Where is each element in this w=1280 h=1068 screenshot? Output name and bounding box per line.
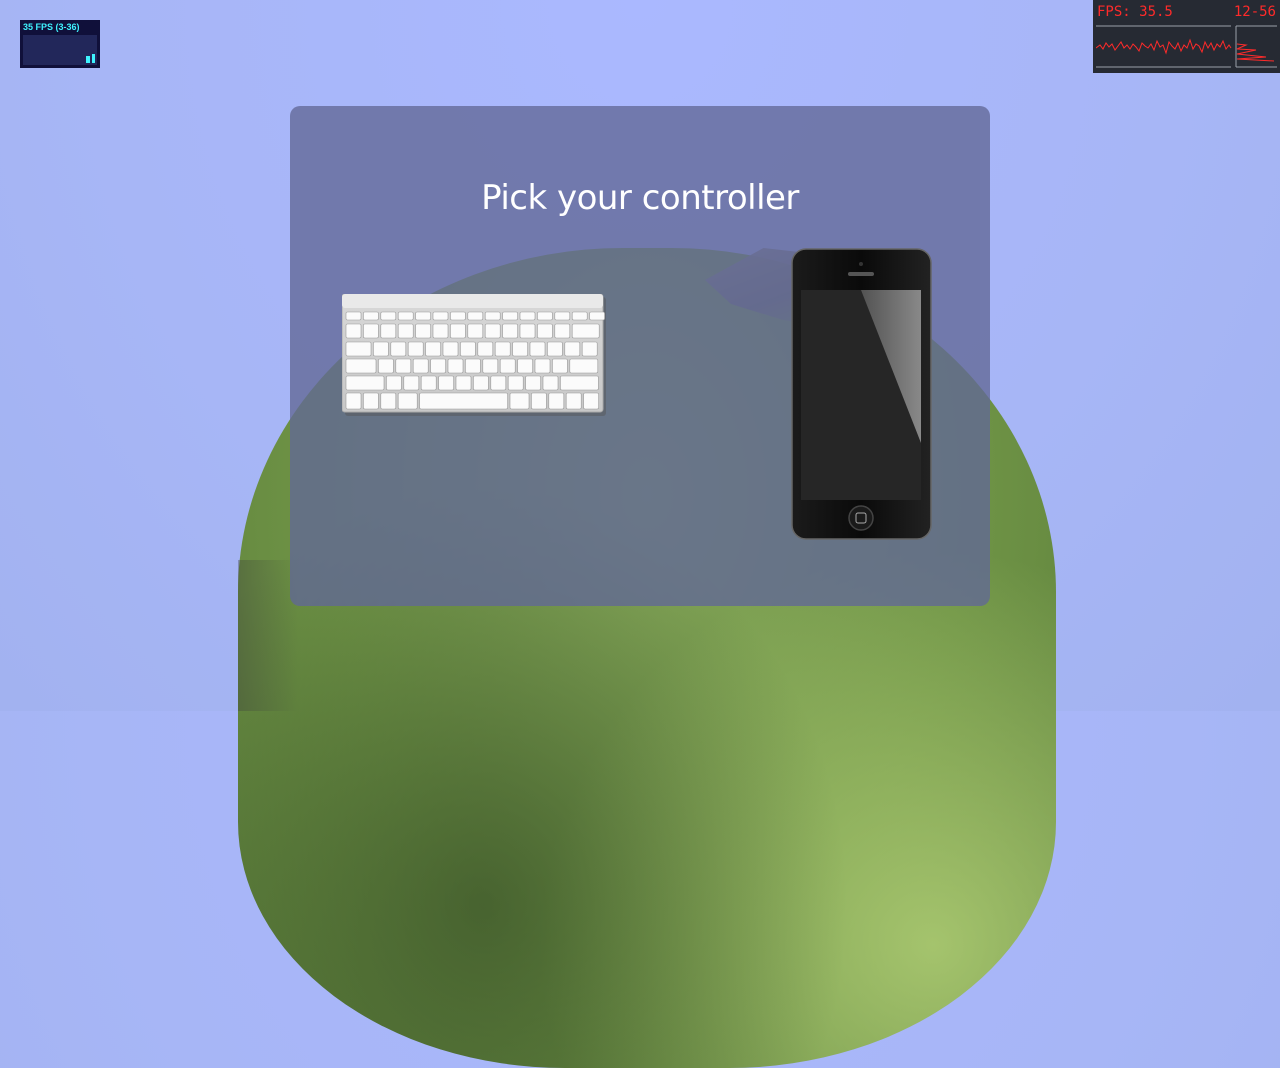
keyboard-key xyxy=(380,323,397,339)
keyboard-key xyxy=(571,311,588,321)
keyboard-key xyxy=(569,358,599,374)
keyboard-key xyxy=(447,358,464,374)
keyboard-key xyxy=(490,375,507,391)
keyboard-key xyxy=(363,311,379,321)
keyboard-key xyxy=(450,311,466,321)
keyboard-key xyxy=(438,375,454,391)
keyboard-key xyxy=(345,323,362,339)
keyboard-key xyxy=(494,341,511,357)
keyboard-key xyxy=(565,392,582,410)
performance-range-label: 12-56 xyxy=(1233,4,1276,20)
keyboard-key xyxy=(537,311,553,321)
fps-graph-bar xyxy=(86,56,90,63)
keyboard-key xyxy=(345,358,377,374)
keyboard-key xyxy=(415,311,431,321)
keyboard-key xyxy=(467,311,484,321)
keyboard-key xyxy=(345,392,362,410)
keyboard-key xyxy=(517,358,533,374)
keyboard-key xyxy=(380,311,397,321)
phone-controller-option[interactable] xyxy=(791,248,932,540)
keyboard-key xyxy=(537,323,553,339)
keyboard-key xyxy=(534,358,551,374)
keyboard-key xyxy=(531,392,547,410)
fps-stats-graph xyxy=(23,35,97,65)
keyboard-key xyxy=(442,341,459,357)
keyboard-key xyxy=(378,358,394,374)
keyboard-controller-option[interactable] xyxy=(341,293,606,416)
performance-fps-label: FPS: 35.5 xyxy=(1097,4,1173,20)
phone-icon xyxy=(791,248,932,540)
keyboard-key xyxy=(473,375,489,391)
keyboard-key xyxy=(397,323,414,339)
keyboard-key xyxy=(509,392,530,410)
keyboard-key xyxy=(552,358,568,374)
keyboard-key xyxy=(484,323,501,339)
keyboard-key xyxy=(554,311,571,321)
keyboard-key xyxy=(373,341,389,357)
keyboard-key xyxy=(482,358,499,374)
keyboard-key xyxy=(455,375,472,391)
planet-shadow xyxy=(238,560,298,711)
keyboard-key xyxy=(430,358,446,374)
keyboard-key xyxy=(519,323,536,339)
keyboard-key xyxy=(560,375,599,391)
keyboard-key xyxy=(432,323,449,339)
keyboard-icon xyxy=(341,293,606,416)
keyboard-key xyxy=(484,311,501,321)
keyboard-key xyxy=(547,341,563,357)
keyboard-key xyxy=(502,323,518,339)
keyboard-key xyxy=(420,375,437,391)
keyboard-key xyxy=(465,358,481,374)
keyboard-key xyxy=(345,311,362,321)
keyboard-key xyxy=(467,323,484,339)
keyboard-key xyxy=(397,392,418,410)
keyboard-key xyxy=(363,323,379,339)
keyboard-key xyxy=(390,341,407,357)
keyboard-key xyxy=(512,341,528,357)
performance-graph xyxy=(1096,25,1277,68)
keyboard-key xyxy=(380,392,397,410)
fps-graph-bar xyxy=(92,54,95,63)
fps-stats-label: 35 FPS (3-36) xyxy=(23,22,80,32)
keyboard-key xyxy=(529,341,546,357)
keyboard-key xyxy=(525,375,541,391)
keyboard-key xyxy=(345,375,385,391)
keyboard-key xyxy=(502,311,518,321)
keyboard-key xyxy=(548,392,565,410)
performance-stats-panel[interactable]: FPS: 35.5 12-56 xyxy=(1093,0,1280,73)
keyboard-key xyxy=(345,341,372,357)
fps-stats-panel[interactable]: 35 FPS (3-36) xyxy=(20,20,100,68)
keyboard-key xyxy=(589,311,605,321)
keyboard-key xyxy=(571,323,600,339)
keyboard-key xyxy=(425,341,441,357)
keyboard-key xyxy=(386,375,402,391)
keyboard-key xyxy=(554,323,571,339)
keyboard-key xyxy=(363,392,379,410)
keyboard-key xyxy=(397,311,414,321)
keyboard-key xyxy=(395,358,412,374)
keyboard-key xyxy=(460,341,476,357)
keyboard-key xyxy=(407,341,424,357)
keyboard-key xyxy=(419,392,508,410)
keyboard-key xyxy=(542,375,559,391)
keyboard-key xyxy=(519,311,536,321)
keyboard-key xyxy=(477,341,494,357)
keyboard-key xyxy=(432,311,449,321)
keyboard-key xyxy=(507,375,524,391)
dialog-title: Pick your controller xyxy=(481,178,799,218)
keyboard-key xyxy=(415,323,431,339)
keyboard-key xyxy=(450,323,466,339)
keyboard-key xyxy=(412,358,429,374)
keyboard-key xyxy=(581,341,598,357)
keyboard-key xyxy=(499,358,516,374)
keyboard-key xyxy=(564,341,581,357)
keyboard-key xyxy=(403,375,420,391)
keyboard-key xyxy=(583,392,599,410)
